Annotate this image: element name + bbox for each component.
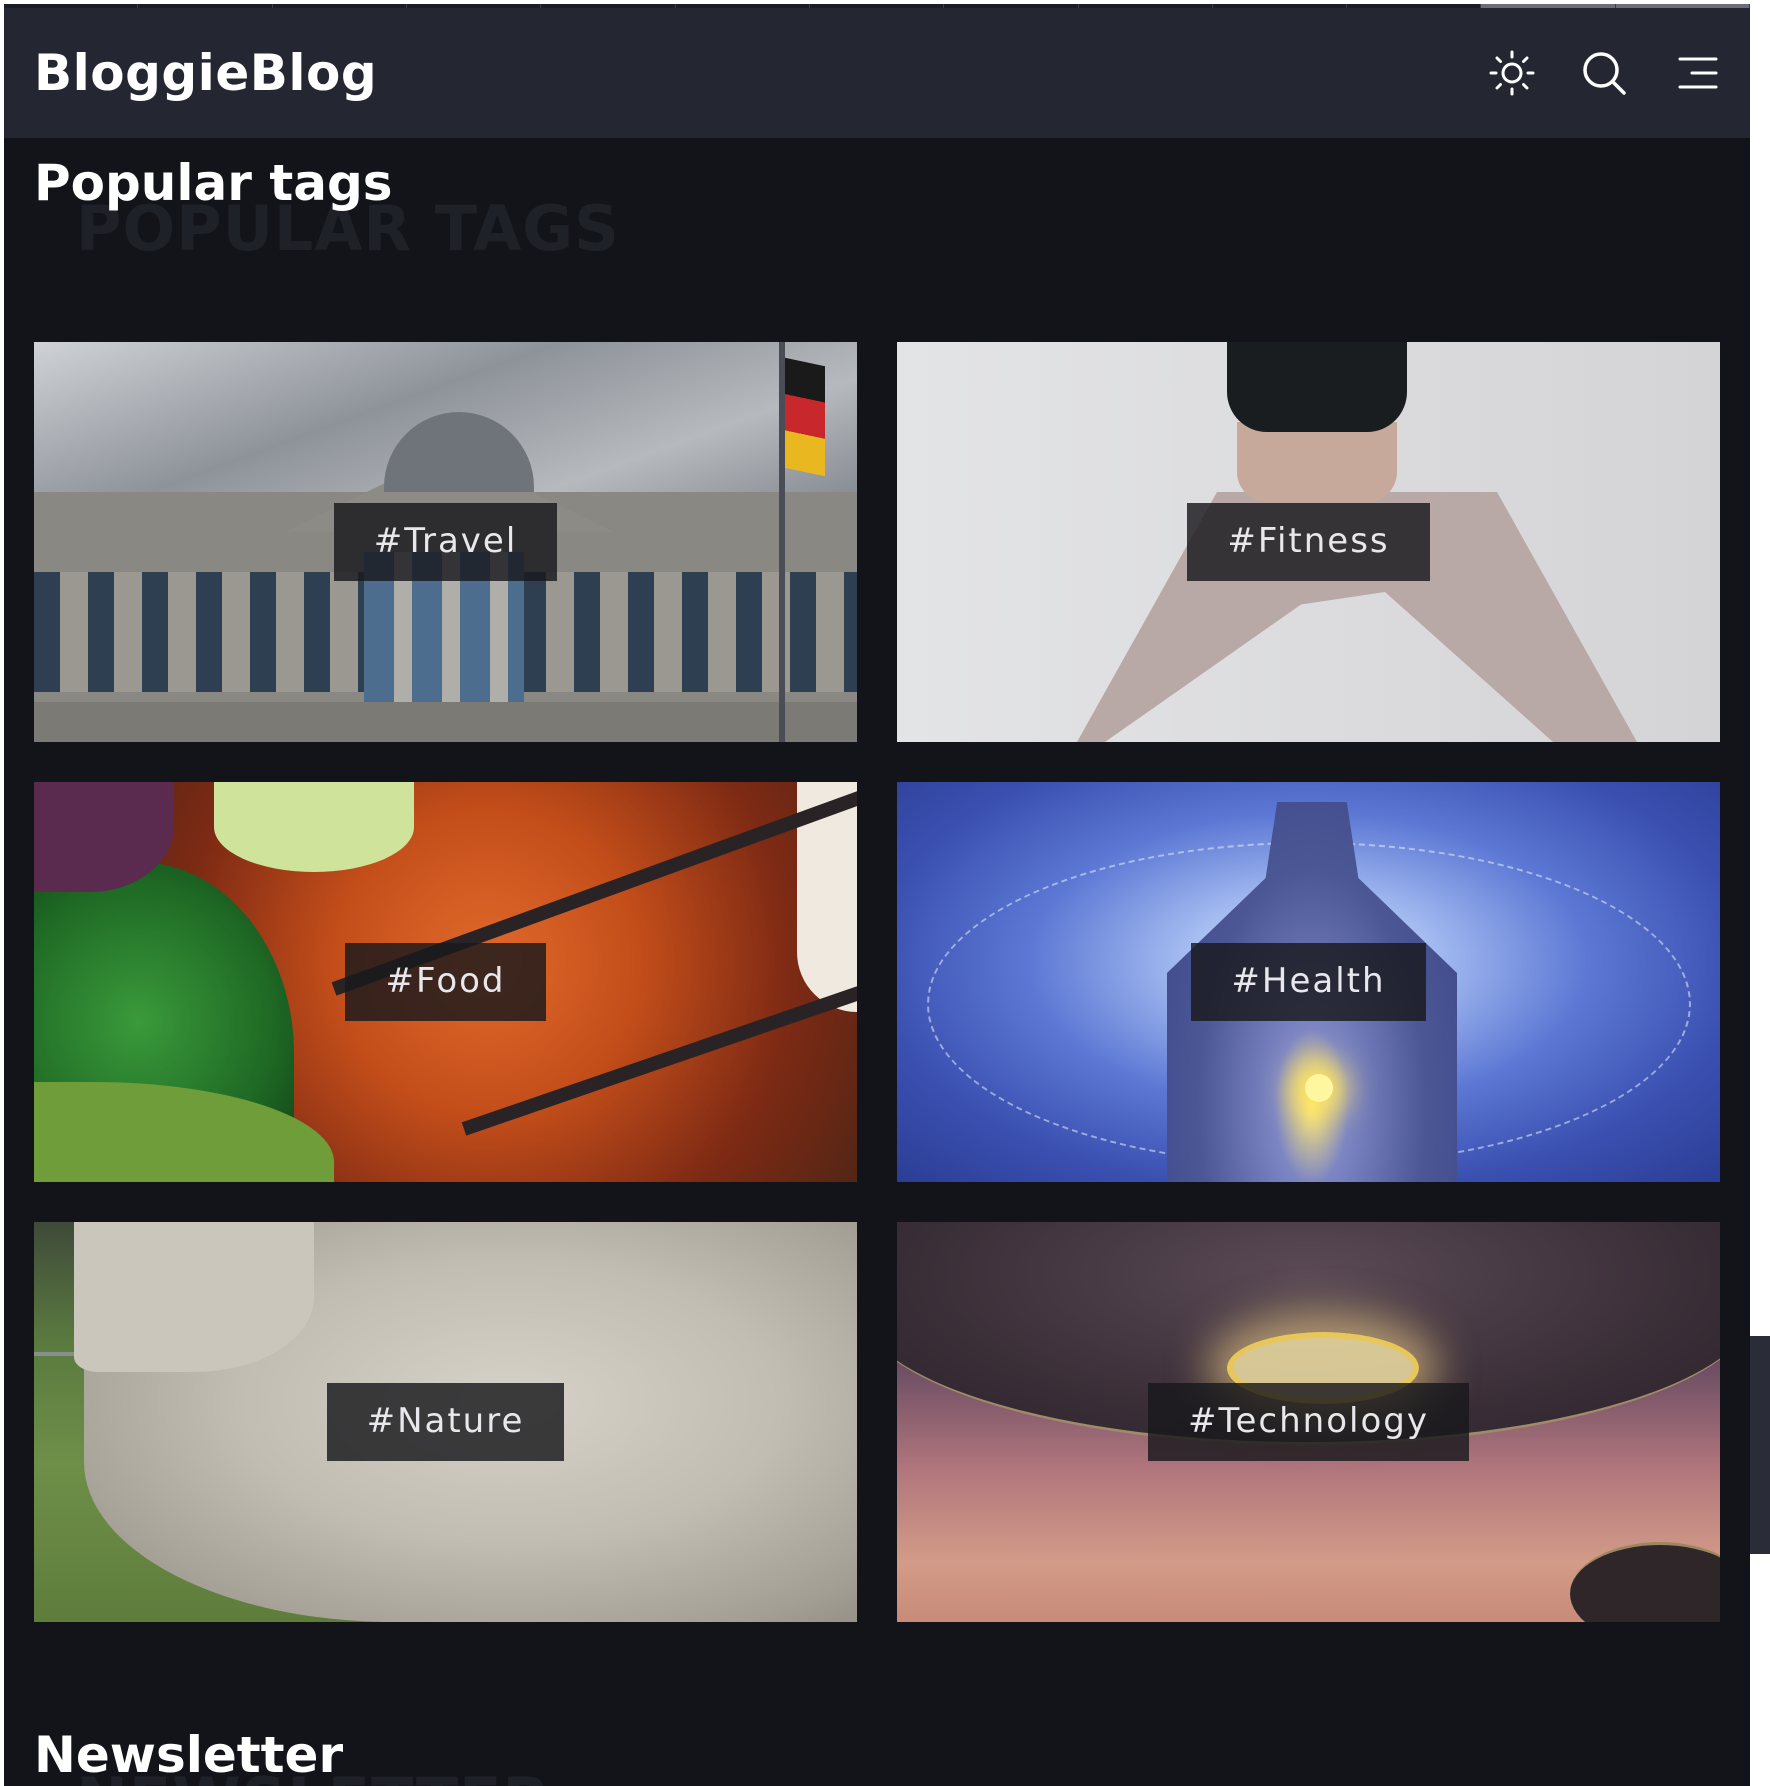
tag-card-travel[interactable]: #Travel: [34, 342, 857, 742]
header-actions: [1488, 49, 1720, 97]
tag-label-nature[interactable]: #Nature: [326, 1383, 565, 1461]
menu-button[interactable]: [1672, 49, 1720, 97]
site-header: BloggieBlog: [4, 8, 1750, 138]
search-icon: [1583, 52, 1626, 95]
tag-label-health[interactable]: #Health: [1191, 943, 1426, 1021]
tag-card-food[interactable]: #Food: [34, 782, 857, 1182]
page: BloggieBlog Popular tags POPULAR TAGS #T…: [4, 4, 1750, 1786]
menu-icon: [1678, 57, 1718, 89]
tag-label-travel[interactable]: #Travel: [333, 503, 558, 581]
theme-toggle-button[interactable]: [1488, 49, 1536, 97]
popular-tags-title: Popular tags: [34, 154, 393, 212]
site-logo[interactable]: BloggieBlog: [34, 44, 1488, 102]
tag-label-technology[interactable]: #Technology: [1148, 1383, 1469, 1461]
tag-card-technology[interactable]: #Technology: [897, 1222, 1720, 1622]
browser-frame: BloggieBlog Popular tags POPULAR TAGS #T…: [0, 0, 1770, 1786]
popular-tags-heading: Popular tags Popular tags: [34, 154, 834, 274]
tag-card-health[interactable]: #Health: [897, 782, 1720, 1182]
tag-card-nature[interactable]: #Nature: [34, 1222, 857, 1622]
scrollbar-thumb[interactable]: [1750, 1336, 1770, 1554]
search-button[interactable]: [1580, 49, 1628, 97]
tag-label-fitness[interactable]: #Fitness: [1187, 503, 1430, 581]
newsletter-title: Newsletter: [34, 1726, 344, 1784]
tags-grid: #Travel #Fitness #Food #Health #Nature #…: [34, 342, 1724, 1622]
tag-label-food[interactable]: #Food: [345, 943, 546, 1021]
newsletter-heading: Newsletter Newsletter: [34, 1726, 834, 1786]
sun-icon: [1489, 50, 1535, 96]
page-scrollbar[interactable]: [1750, 0, 1770, 1786]
tag-card-fitness[interactable]: #Fitness: [897, 342, 1720, 742]
